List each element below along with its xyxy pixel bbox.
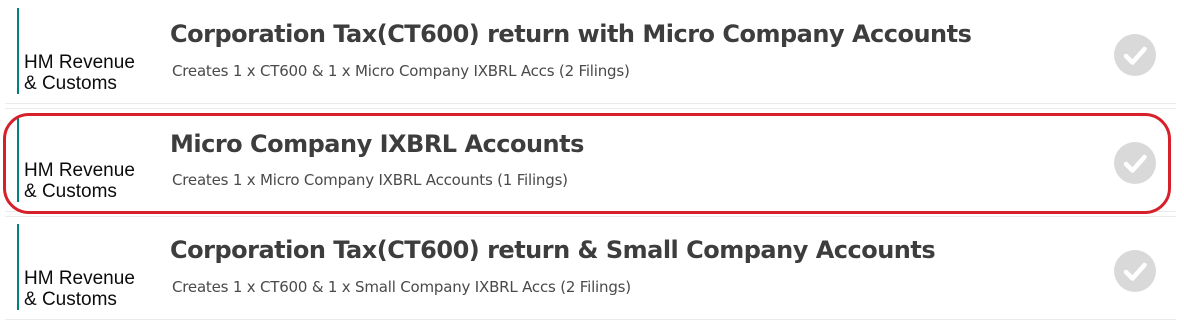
checkmark-icon: [1123, 262, 1147, 281]
logo-text: HM Revenue & Customs: [24, 268, 135, 310]
logo-accent-bar: [17, 224, 19, 310]
filing-description: Creates 1 x Micro Company IXBRL Accounts…: [172, 171, 568, 189]
logo-line-1: HM Revenue: [24, 52, 135, 73]
check-circle-icon[interactable]: [1114, 34, 1156, 76]
logo-line-2: & Customs: [24, 289, 117, 310]
logo-line-1: HM Revenue: [24, 160, 135, 181]
checkmark-icon: [1123, 46, 1147, 65]
hmrc-logo: HM Revenue & Customs: [17, 112, 167, 208]
logo-accent-bar: [17, 8, 19, 94]
hmrc-logo: HM Revenue & Customs: [17, 220, 167, 316]
check-circle-icon[interactable]: [1114, 250, 1156, 292]
filing-option-row[interactable]: HM Revenue & Customs Micro Company IXBRL…: [0, 108, 1184, 212]
logo-text: HM Revenue & Customs: [24, 160, 135, 202]
filing-description: Creates 1 x CT600 & 1 x Small Company IX…: [172, 278, 631, 296]
filing-option-row[interactable]: HM Revenue & Customs Corporation Tax(CT6…: [0, 216, 1184, 320]
logo-line-1: HM Revenue: [24, 268, 135, 289]
logo-line-2: & Customs: [24, 73, 117, 94]
checkmark-icon: [1123, 154, 1147, 173]
filing-description: Creates 1 x CT600 & 1 x Micro Company IX…: [172, 62, 630, 80]
filing-title: Micro Company IXBRL Accounts: [170, 130, 584, 158]
row-divider: [5, 108, 1176, 212]
filing-title: Corporation Tax(CT600) return with Micro…: [170, 20, 972, 48]
row-divider: [5, 216, 1176, 320]
logo-text: HM Revenue & Customs: [24, 52, 135, 94]
row-divider: [5, 0, 1176, 104]
hmrc-logo: HM Revenue & Customs: [17, 4, 167, 100]
check-circle-icon[interactable]: [1114, 142, 1156, 184]
filing-title: Corporation Tax(CT600) return & Small Co…: [170, 236, 936, 264]
filing-option-row[interactable]: HM Revenue & Customs Corporation Tax(CT6…: [0, 0, 1184, 104]
logo-accent-bar: [17, 116, 19, 202]
logo-line-2: & Customs: [24, 181, 117, 202]
